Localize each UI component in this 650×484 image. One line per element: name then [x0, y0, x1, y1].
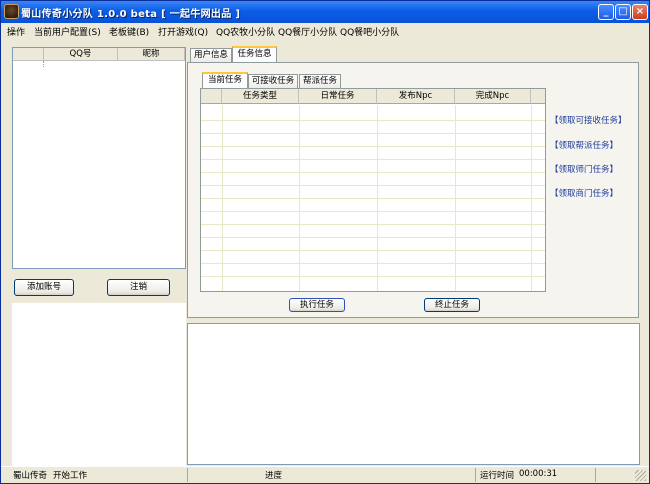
account-log-area: [12, 303, 186, 466]
status-bar: 蜀山传奇 开始工作 进度 运行时间 00:00:31: [1, 466, 649, 483]
status-runtime-value: 00:00:31: [519, 469, 558, 479]
status-message: 开始工作: [53, 471, 88, 481]
menu-open-game[interactable]: 打开游戏(Q): [158, 25, 208, 38]
tab-gang-task[interactable]: 帮派任务: [299, 74, 341, 88]
link-claim-master-task[interactable]: 【领取师门任务】: [550, 163, 618, 175]
tab-current-task[interactable]: 当前任务: [202, 72, 248, 88]
minimize-button[interactable]: _: [598, 4, 614, 20]
menu-boss-key[interactable]: 老板键(B): [109, 25, 149, 38]
title-bar[interactable]: 蜀山传奇小分队 1.0.0 beta [ 一起牛网出品 ] _ □ ×: [1, 1, 649, 23]
menu-qq-bar[interactable]: QQ餐吧小分队: [340, 25, 399, 38]
table-header-task-type[interactable]: 任务类型: [222, 89, 299, 104]
app-icon: [4, 4, 19, 19]
menu-user-config[interactable]: 当前用户配置(S): [34, 25, 101, 38]
logout-button[interactable]: 注销: [107, 279, 170, 296]
app-window: 蜀山传奇小分队 1.0.0 beta [ 一起牛网出品 ] _ □ × 操作 当…: [0, 0, 650, 484]
tab-acceptable-task[interactable]: 可接收任务: [248, 74, 298, 88]
list-header-nickname[interactable]: 昵称: [118, 48, 185, 61]
table-header-finish-npc[interactable]: 完成Npc: [455, 89, 531, 104]
window-title: 蜀山传奇小分队 1.0.0 beta [ 一起牛网出品 ]: [21, 9, 241, 20]
resize-grip-icon[interactable]: [635, 470, 646, 481]
table-header-daily-task[interactable]: 日常任务: [299, 89, 377, 104]
menu-qq-restaurant[interactable]: QQ餐厅小分队: [278, 25, 337, 38]
maximize-button[interactable]: □: [615, 4, 631, 20]
log-output[interactable]: [187, 323, 640, 465]
menu-qq-farm[interactable]: QQ农牧小分队: [216, 25, 275, 38]
list-header-blank: [13, 48, 44, 61]
tab-user-info[interactable]: 用户信息: [190, 48, 232, 62]
link-claim-gang-task[interactable]: 【领取帮派任务】: [550, 139, 618, 151]
menu-bar: 操作 当前用户配置(S) 老板键(B) 打开游戏(Q) QQ农牧小分队 QQ餐厅…: [1, 23, 649, 38]
add-account-button[interactable]: 添加账号: [14, 279, 74, 296]
status-runtime-label: 运行时间: [480, 471, 515, 481]
tab-task-info[interactable]: 任务信息: [232, 46, 277, 62]
account-list[interactable]: QQ号 昵称: [12, 47, 186, 269]
status-app-name: 蜀山传奇: [13, 471, 48, 481]
link-claim-acceptable-task[interactable]: 【领取可接收任务】: [550, 114, 627, 126]
link-claim-merchant-task[interactable]: 【领取商门任务】: [550, 187, 618, 199]
task-table[interactable]: 任务类型 日常任务 发布Npc 完成Npc: [200, 88, 546, 292]
table-header-blank: [201, 89, 222, 104]
list-header-qq[interactable]: QQ号: [44, 48, 118, 61]
close-button[interactable]: ×: [632, 4, 648, 20]
menu-operate[interactable]: 操作: [7, 25, 25, 38]
status-progress-label: 进度: [265, 471, 283, 481]
execute-task-button[interactable]: 执行任务: [289, 298, 345, 312]
table-header-publish-npc[interactable]: 发布Npc: [377, 89, 455, 104]
table-header-filler: [531, 89, 545, 104]
stop-task-button[interactable]: 终止任务: [424, 298, 480, 312]
